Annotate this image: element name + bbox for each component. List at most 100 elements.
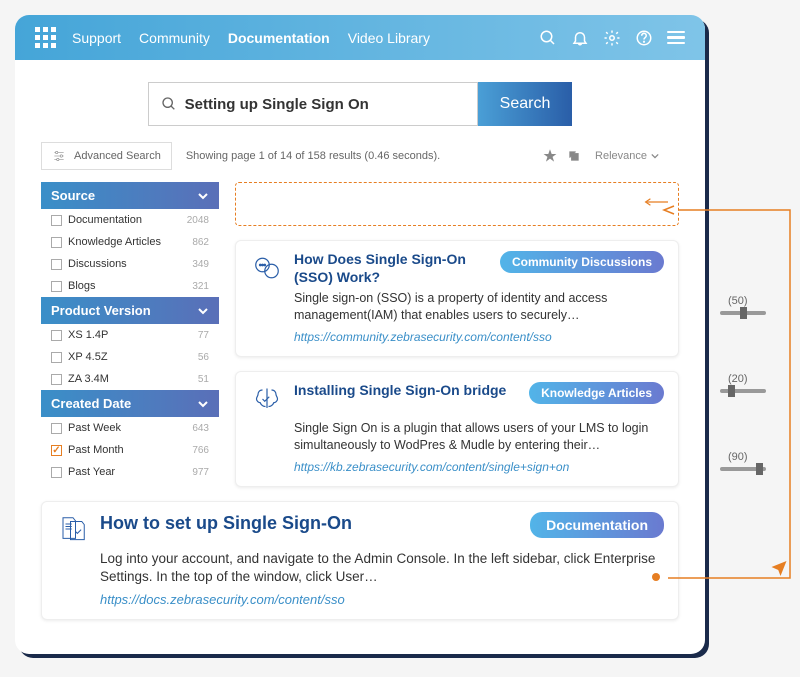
facet-label: XS 1.4P (68, 329, 108, 341)
checkbox[interactable] (51, 237, 62, 248)
result-snippet: Single Sign On is a plugin that allows u… (294, 420, 664, 454)
search-box (148, 82, 478, 126)
slider-track[interactable] (720, 389, 766, 393)
facet-count: 977 (192, 467, 209, 478)
checkbox[interactable] (51, 374, 62, 385)
facet-count: 77 (198, 330, 209, 341)
facet-label: Discussions (68, 258, 127, 270)
menu-icon[interactable] (667, 31, 685, 45)
facet-item[interactable]: XS 1.4P 77 (41, 324, 219, 346)
facet-count: 321 (192, 281, 209, 292)
source-badge: Community Discussions (500, 251, 664, 273)
facet-count: 2048 (187, 215, 209, 226)
result-card[interactable]: How to set up Single Sign-On Documentati… (41, 501, 679, 620)
sliders-icon (52, 149, 66, 163)
checkbox[interactable] (51, 259, 62, 270)
copy-icon[interactable] (567, 149, 581, 163)
facet-item[interactable]: Past Year 977 (41, 461, 219, 483)
facet-header[interactable]: Source (41, 182, 219, 209)
facet-header[interactable]: Product Version (41, 297, 219, 324)
result-card[interactable]: How Does Single Sign-On (SSO) Work? Comm… (235, 240, 679, 357)
slider-thumb[interactable] (740, 307, 747, 319)
result-title: How to set up Single Sign-On (100, 512, 520, 535)
nav-documentation[interactable]: Documentation (228, 30, 330, 46)
checkbox[interactable] (51, 281, 62, 292)
result-url: https://docs.zebrasecurity.com/content/s… (100, 592, 664, 607)
chevron-down-icon (651, 152, 659, 160)
sort-dropdown[interactable]: Relevance (595, 150, 659, 162)
relevance-slider[interactable]: (90) (720, 451, 766, 471)
source-badge: Documentation (530, 512, 664, 538)
checkbox[interactable] (51, 330, 62, 341)
search-row: Search (15, 60, 705, 136)
facet-label: Knowledge Articles (68, 236, 161, 248)
search-input-icon (161, 96, 177, 112)
chevron-down-icon (197, 190, 209, 202)
facet-count: 51 (198, 374, 209, 385)
facet-item[interactable]: Discussions 349 (41, 253, 219, 275)
slider-value: (90) (720, 451, 766, 463)
relevance-slider[interactable]: (50) (720, 295, 766, 315)
top-bar: Support Community Documentation Video Li… (15, 15, 705, 60)
facet-count: 862 (192, 237, 209, 248)
docs-icon (56, 512, 90, 546)
content-body: Source Documentation 2048 Knowledge Article… (15, 182, 705, 654)
app-window: Support Community Documentation Video Li… (15, 15, 705, 654)
slider-thumb[interactable] (756, 463, 763, 475)
result-snippet: Single sign-on (SSO) is a property of id… (294, 290, 664, 324)
nav-video-library[interactable]: Video Library (348, 30, 430, 46)
facet-label: XP 4.5Z (68, 351, 108, 363)
facet-group: Created DatePast Week643Past Month766Pas… (41, 390, 219, 483)
pinned-drop-zone[interactable] (235, 182, 679, 226)
result-snippet: Log into your account, and navigate to t… (100, 550, 664, 586)
checkbox[interactable] (51, 445, 62, 456)
apps-grid-icon[interactable] (35, 27, 56, 48)
slider-thumb[interactable] (728, 385, 735, 397)
chevron-down-icon (197, 305, 209, 317)
checkbox[interactable] (51, 423, 62, 434)
facet-item[interactable]: Documentation 2048 (41, 209, 219, 231)
nav-community[interactable]: Community (139, 30, 210, 46)
facet-label: Past Week (68, 422, 121, 434)
bell-icon[interactable] (571, 29, 589, 47)
relevance-slider[interactable]: (20) (720, 373, 766, 393)
slider-value: (50) (720, 295, 766, 307)
results-panel: How Does Single Sign-On (SSO) Work? Comm… (235, 182, 679, 634)
main-nav: Support Community Documentation Video Li… (72, 30, 523, 46)
facet-count: 56 (198, 352, 209, 363)
facet-item[interactable]: XP 4.5Z 56 (41, 346, 219, 368)
facet-count: 349 (192, 259, 209, 270)
nav-support[interactable]: Support (72, 30, 121, 46)
slider-track[interactable] (720, 311, 766, 315)
connector-dot (652, 573, 660, 581)
advanced-search-label: Advanced Search (74, 150, 161, 162)
checkbox[interactable] (51, 467, 62, 478)
search-input[interactable] (185, 96, 465, 113)
facet-header[interactable]: Created Date (41, 390, 219, 417)
gear-icon[interactable] (603, 29, 621, 47)
facet-item[interactable]: Blogs321 (41, 275, 219, 297)
facet-item[interactable]: Past Week643 (41, 417, 219, 439)
facet-item[interactable]: Knowledge Articles 862 (41, 231, 219, 253)
help-icon[interactable] (635, 29, 653, 47)
result-title: How Does Single Sign-On (SSO) Work? (294, 251, 490, 286)
result-url: https://kb.zebrasecurity.com/content/sin… (294, 460, 664, 474)
facet-item[interactable]: Past Month766 (41, 439, 219, 461)
chevron-down-icon (197, 398, 209, 410)
result-title: Installing Single Sign-On bridge (294, 382, 519, 400)
slider-track[interactable] (720, 467, 766, 471)
facet-label: Past Month (68, 444, 124, 456)
result-card[interactable]: Installing Single Sign-On bridge Knowled… (235, 371, 679, 487)
checkbox[interactable] (51, 215, 62, 226)
results-count: Showing page 1 of 14 of 158 results (0.4… (186, 150, 440, 162)
facet-label: Past Year (68, 466, 115, 478)
source-badge: Knowledge Articles (529, 382, 664, 404)
search-icon[interactable] (539, 29, 557, 47)
search-button[interactable]: Search (478, 82, 573, 126)
advanced-search-button[interactable]: Advanced Search (41, 142, 172, 170)
facet-item[interactable]: ZA 3.4M51 (41, 368, 219, 390)
facet-label: Documentation (68, 214, 142, 226)
checkbox[interactable] (51, 352, 62, 363)
star-icon[interactable] (543, 149, 557, 163)
topbar-actions (539, 29, 685, 47)
